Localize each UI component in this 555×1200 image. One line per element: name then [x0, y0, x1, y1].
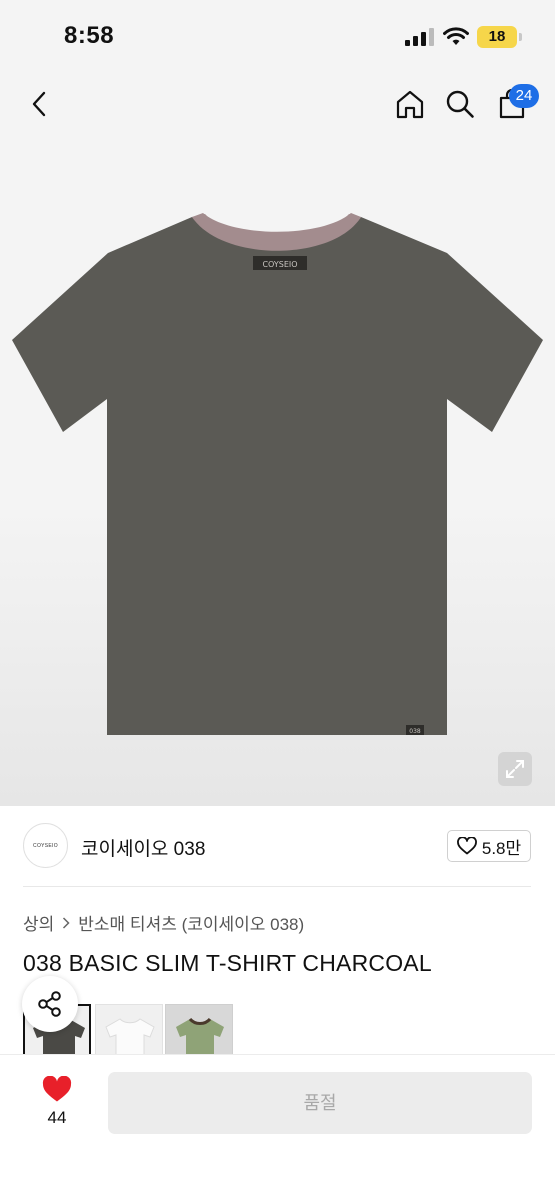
brand-like-button[interactable]: 5.8만: [447, 830, 531, 862]
search-button[interactable]: [440, 84, 480, 124]
home-button[interactable]: [390, 84, 430, 124]
brand-logo-text: COYSEIO: [33, 842, 58, 849]
breadcrumb: 상의 반소매 티셔츠 (코이세이오 038): [23, 910, 304, 935]
wifi-icon: [443, 27, 469, 45]
search-icon: [446, 90, 474, 118]
thumbnail-green-image: [176, 1017, 224, 1055]
product-title: 038 BASIC SLIM T-SHIRT CHARCOAL: [23, 950, 432, 976]
thumbnail-white-image: [105, 1018, 155, 1055]
cellular-signal-icon: [405, 28, 434, 46]
brand-name[interactable]: 코이세이오 038: [81, 834, 205, 861]
expand-image-button[interactable]: [498, 752, 532, 786]
wishlist-button[interactable]: 44: [30, 1072, 84, 1132]
shirt-label-text: COYSEIO: [262, 260, 297, 269]
chevron-right-icon: [63, 916, 70, 929]
nav-bar: [0, 70, 555, 140]
chevron-left-icon: [32, 91, 46, 117]
soldout-button: 품절: [108, 1072, 532, 1134]
shirt-tag-text: 038: [409, 728, 421, 735]
breadcrumb-category[interactable]: 상의: [23, 910, 54, 935]
expand-icon: [506, 760, 524, 778]
home-icon: [396, 90, 424, 119]
battery-level: 18: [488, 28, 506, 45]
brand-like-count: 5.8만: [481, 838, 522, 858]
back-button[interactable]: [20, 84, 60, 124]
divider: [23, 886, 531, 887]
brand-logo[interactable]: COYSEIO: [23, 823, 68, 868]
share-icon: [38, 991, 61, 1017]
battery-tip: [519, 33, 522, 41]
heart-filled-icon: [42, 1076, 72, 1102]
share-button[interactable]: [22, 976, 78, 1032]
wishlist-count: 44: [47, 1108, 67, 1127]
tshirt-image: COYSEIO 038: [12, 213, 543, 735]
cart-count-badge: 24: [509, 84, 539, 108]
status-time: 8:58: [64, 22, 115, 49]
product-image-area[interactable]: COYSEIO 038: [0, 140, 555, 806]
heart-outline-icon: [456, 837, 477, 855]
color-thumbnail-white[interactable]: [95, 1004, 163, 1056]
breadcrumb-subcategory[interactable]: 반소매 티셔츠 (코이세이오 038): [78, 910, 304, 935]
color-thumbnail-green[interactable]: [165, 1004, 233, 1056]
battery-indicator: 18: [477, 26, 517, 48]
status-bar: 8:58 18: [0, 0, 555, 70]
